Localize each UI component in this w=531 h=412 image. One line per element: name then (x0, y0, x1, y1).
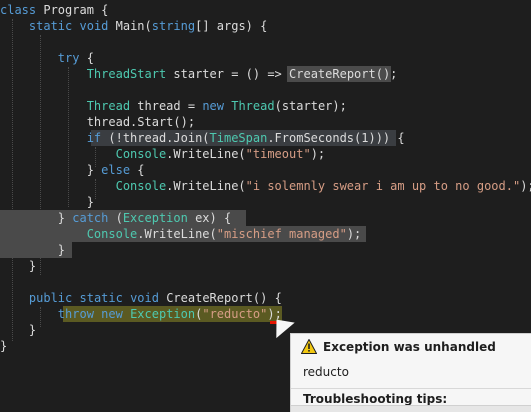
code-line-1: class Program { (0, 3, 109, 17)
code-line-8: thread.Start(); (86, 115, 196, 129)
warning-icon (301, 339, 317, 354)
code-line-5: ThreadStart starter = () => CreateReport… (86, 67, 398, 81)
code-line-21: } (28, 323, 37, 337)
code-line-16: } (57, 243, 66, 257)
code-line-14: } catch (Exception ex) { (57, 211, 232, 225)
code-line-22: } (0, 339, 8, 353)
code-line-2: static void Main(string[] args) { (28, 19, 268, 33)
code-line-13: } (86, 195, 94, 209)
popup-divider (291, 388, 531, 389)
code-line-10: Console.WriteLine("timeout"); (115, 147, 326, 161)
exception-message: reducto (303, 365, 349, 379)
code-line-20: throw new Exception("reducto"); (57, 307, 282, 321)
code-line-19: public static void CreateReport() { (28, 291, 282, 305)
code-line-9: if (!thread.Join(TimeSpan.FromSeconds(1)… (86, 131, 405, 145)
code-line-7: Thread thread = new Thread(starter); (86, 99, 347, 113)
popup-title: Exception was unhandled (323, 340, 496, 354)
code-line-11: } else { (86, 163, 145, 177)
code-line-15: Console.WriteLine("mischief managed"); (86, 227, 362, 241)
code-line-12: Console.WriteLine("i solemnly swear i am… (115, 179, 531, 193)
code-line-17: } (28, 259, 37, 273)
exception-popup[interactable]: Exception was unhandled reducto Troubles… (290, 333, 531, 412)
createreport-call: CreateReport (289, 67, 376, 81)
code-line-4: try { (57, 51, 94, 65)
troubleshooting-tips-header[interactable]: Troubleshooting tips: (303, 392, 447, 406)
